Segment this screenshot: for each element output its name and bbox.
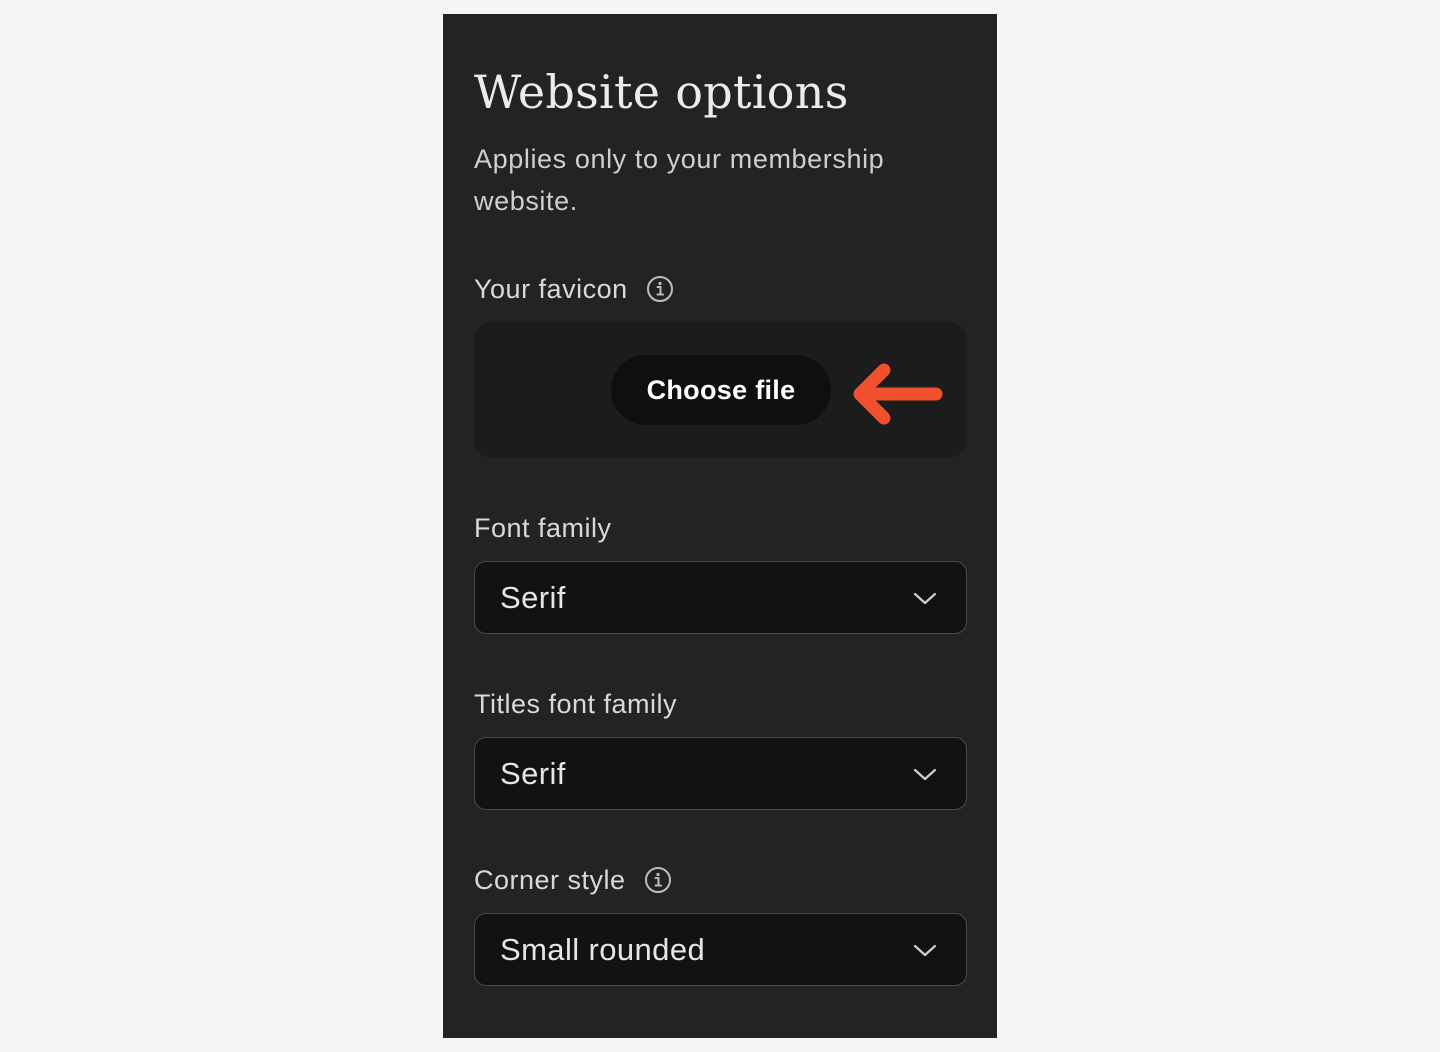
info-circle-icon[interactable] [644,866,672,894]
chevron-down-icon [912,763,938,785]
corner-style-label-row: Corner style [474,862,672,898]
favicon-label: Your favicon [474,274,628,304]
titles-font-family-label: Titles font family [474,689,678,719]
arrow-left-icon [842,348,952,432]
font-family-label-row: Font family [474,510,612,546]
website-options-panel: Website options Applies only to your mem… [443,14,997,1038]
favicon-label-row: Your favicon [474,271,674,307]
titles-font-family-selected-value: Serif [500,755,566,791]
titles-font-family-label-row: Titles font family [474,686,677,722]
favicon-upload-area: Choose file [474,322,967,458]
corner-style-label: Corner style [474,865,626,895]
panel-subtitle: Applies only to your membership website. [474,144,885,216]
choose-file-button[interactable]: Choose file [611,355,831,425]
corner-style-select[interactable]: Small rounded [474,913,967,986]
font-family-selected-value: Serif [500,579,566,615]
titles-font-family-select[interactable]: Serif [474,737,967,810]
chevron-down-icon [912,939,938,961]
font-family-select[interactable]: Serif [474,561,967,634]
panel-title: Website options [474,65,849,119]
chevron-down-icon [912,587,938,609]
info-circle-icon[interactable] [646,275,674,303]
font-family-label: Font family [474,513,612,543]
corner-style-selected-value: Small rounded [500,931,706,967]
